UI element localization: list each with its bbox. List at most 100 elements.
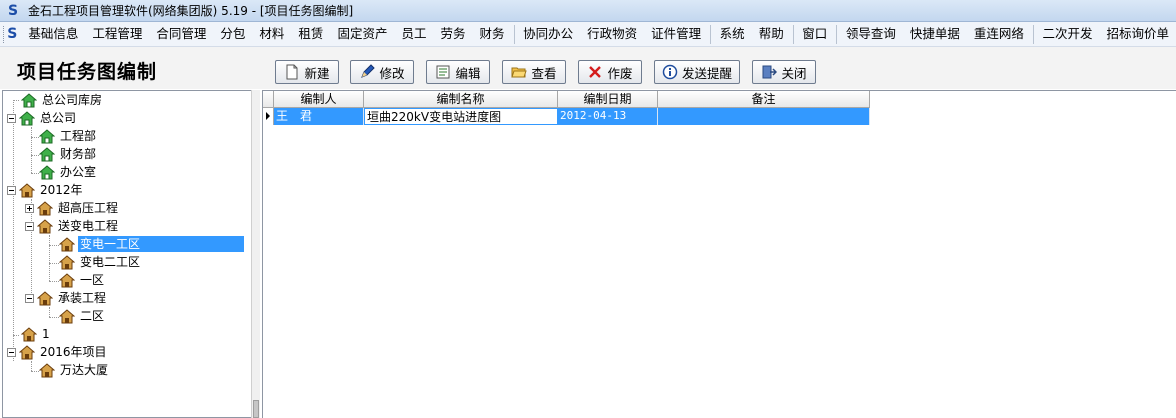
house-icon: [59, 236, 75, 251]
menu-admin-supplies[interactable]: 行政物资: [580, 22, 644, 46]
tree-node-label: 送变电工程: [58, 219, 119, 233]
menu-bid-inquiry[interactable]: 招标询价单: [1099, 22, 1176, 46]
task-grid[interactable]: 编制人 编制名称 编制日期 备注 王 君 垣曲220kV变电站进度图 2012-…: [262, 90, 1176, 418]
menu-separator: [836, 24, 837, 44]
new-button[interactable]: 新建: [275, 60, 339, 84]
table-row[interactable]: 王 君 垣曲220kV变电站进度图 2012-04-13: [263, 108, 870, 125]
compile-button[interactable]: 编辑: [426, 60, 490, 84]
tree-scrollbar-thumb[interactable]: [253, 400, 259, 418]
menu-fixed-assets[interactable]: 固定资产: [330, 22, 394, 46]
menu-staff[interactable]: 员工: [394, 22, 433, 46]
void-button[interactable]: 作废: [578, 60, 642, 84]
row-pointer-icon: [263, 108, 274, 125]
tree-node-selected[interactable]: 变电一工区: [59, 235, 244, 253]
tree-scrollbar[interactable]: [251, 90, 260, 418]
app-logo-icon: S: [7, 2, 19, 19]
cell-date[interactable]: 2012-04-13: [558, 108, 658, 125]
menu-grip[interactable]: [3, 25, 5, 43]
menu-help[interactable]: 帮助: [752, 22, 791, 46]
menu-project-management[interactable]: 工程管理: [85, 22, 149, 46]
column-header-name[interactable]: 编制名称: [364, 91, 558, 108]
tree-node-label: 总公司: [40, 111, 77, 125]
menu-reconnect[interactable]: 重连网络: [967, 22, 1031, 46]
tree-node[interactable]: 一区: [59, 271, 106, 289]
tree-node-label: 变电二工区: [80, 255, 141, 269]
tree-node[interactable]: 2012年: [7, 181, 85, 199]
menu-contract-management[interactable]: 合同管理: [149, 22, 213, 46]
compile-button-label: 编辑: [455, 65, 481, 81]
tree-node[interactable]: 工程部: [39, 127, 98, 145]
tree-node-label: 工程部: [60, 129, 97, 143]
tree-node-label: 2012年: [40, 183, 83, 197]
tree-node-label: 承装工程: [58, 291, 107, 305]
tree-node[interactable]: 总公司: [7, 109, 78, 127]
new-button-label: 新建: [304, 65, 330, 81]
menu-lease[interactable]: 租赁: [291, 22, 330, 46]
house-icon: [39, 362, 55, 377]
house-icon: [37, 200, 53, 215]
red-x-icon: [587, 64, 603, 80]
tree-node[interactable]: 超高压工程: [25, 199, 120, 217]
department-icon: [39, 128, 55, 143]
department-icon: [39, 164, 55, 179]
modify-button-label: 修改: [379, 65, 405, 81]
menu-finance[interactable]: 财务: [472, 22, 511, 46]
cell-note[interactable]: [658, 108, 870, 125]
tree-node[interactable]: 财务部: [39, 145, 98, 163]
menu-separator: [1032, 24, 1034, 44]
house-icon: [19, 182, 35, 197]
menu-labor[interactable]: 劳务: [433, 22, 472, 46]
menu-basic-info[interactable]: 基础信息: [21, 22, 85, 46]
tree-node[interactable]: 办公室: [39, 163, 98, 181]
warehouse-icon: [21, 92, 37, 107]
grid-header: 编制人 编制名称 编制日期 备注: [263, 91, 870, 108]
column-header-author[interactable]: 编制人: [274, 91, 364, 108]
column-header-note[interactable]: 备注: [658, 91, 870, 108]
send-reminder-button-label: 发送提醒: [681, 65, 732, 81]
collapse-toggle[interactable]: [7, 113, 16, 123]
tree-node[interactable]: 总公司库房: [9, 91, 104, 109]
tree-node[interactable]: 1: [21, 325, 52, 343]
menu-separator: [792, 24, 794, 44]
close-button-label: 关闭: [781, 65, 807, 81]
collapse-toggle[interactable]: [25, 293, 34, 303]
collapse-toggle[interactable]: [7, 185, 16, 195]
menu-secondary-dev[interactable]: 二次开发: [1035, 22, 1099, 46]
collapse-toggle[interactable]: [25, 221, 34, 231]
toolbar: 项目任务图编制 新建 修改 编辑 查看 作废 发送提醒 关闭: [0, 47, 1176, 89]
tree-node[interactable]: 变电二工区: [59, 253, 142, 271]
expand-toggle[interactable]: [25, 203, 34, 213]
tree-node[interactable]: 2016年项目: [7, 343, 109, 361]
view-button[interactable]: 查看: [502, 60, 566, 84]
menu-materials[interactable]: 材料: [252, 22, 291, 46]
cell-name[interactable]: 垣曲220kV变电站进度图: [364, 108, 558, 125]
tree-node[interactable]: 送变电工程: [25, 217, 120, 235]
tree-node[interactable]: 承装工程: [25, 289, 108, 307]
house-icon: [21, 326, 37, 341]
new-document-icon: [284, 64, 300, 80]
tree-node-label: 1: [42, 327, 50, 341]
collapse-toggle[interactable]: [7, 347, 16, 357]
column-header-date[interactable]: 编制日期: [558, 91, 658, 108]
send-reminder-button[interactable]: 发送提醒: [654, 60, 740, 84]
menu-quick-forms[interactable]: 快捷单据: [903, 22, 967, 46]
menu-certificates[interactable]: 证件管理: [644, 22, 708, 46]
tree-node-label: 万达大厦: [60, 363, 109, 377]
tree-node-label: 总公司库房: [42, 93, 103, 107]
tree-node-label: 超高压工程: [58, 201, 119, 215]
exit-door-icon: [761, 64, 778, 80]
menu-window[interactable]: 窗口: [795, 22, 834, 46]
tree-node[interactable]: 二区: [59, 307, 106, 325]
menu-subcontract[interactable]: 分包: [213, 22, 252, 46]
tree-node-label: 变电一工区: [78, 236, 244, 252]
close-button[interactable]: 关闭: [752, 60, 816, 84]
tree-node-label: 二区: [80, 309, 105, 323]
menu-system[interactable]: 系统: [713, 22, 752, 46]
menu-leader-query[interactable]: 领导查询: [839, 22, 903, 46]
tree-node[interactable]: 万达大厦: [39, 361, 110, 379]
tree-node-label: 2016年项目: [40, 345, 107, 359]
project-tree[interactable]: 总公司库房 总公司 工程部 财务部 办公室 2012年 超高压工程 送变电工程 …: [2, 90, 253, 418]
cell-author[interactable]: 王 君: [274, 108, 364, 125]
modify-button[interactable]: 修改: [350, 60, 414, 84]
menu-collaboration[interactable]: 协同办公: [516, 22, 580, 46]
